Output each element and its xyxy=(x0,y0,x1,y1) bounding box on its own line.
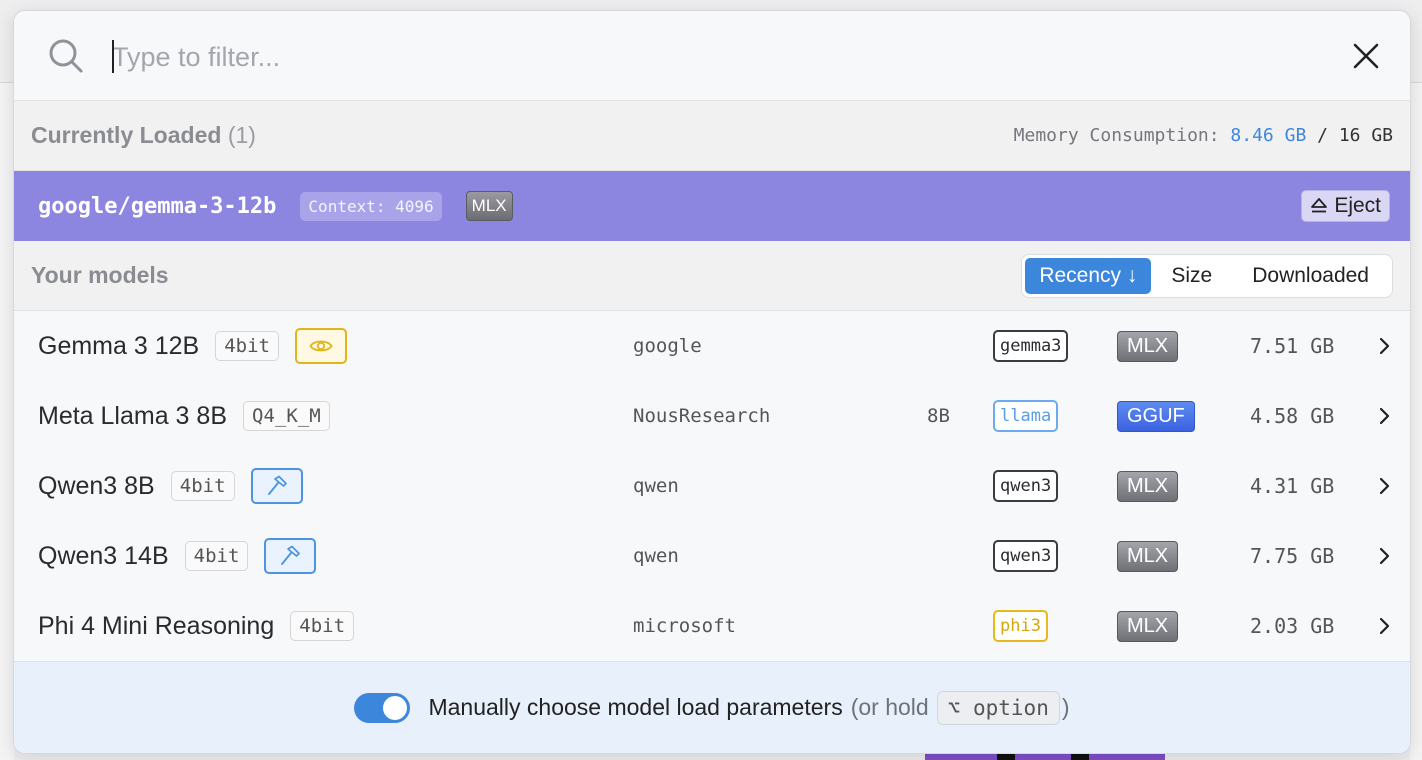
model-picker-dialog: Currently Loaded (1) Memory Consumption:… xyxy=(13,10,1411,754)
currently-loaded-header: Currently Loaded (1) Memory Consumption:… xyxy=(14,101,1410,171)
background-right xyxy=(1410,83,1422,760)
context-badge: Context: 4096 xyxy=(300,191,442,221)
model-size: 2.03 GB xyxy=(1250,614,1335,638)
sort-recency-button[interactable]: Recency ↓ xyxy=(1025,257,1152,294)
architecture-badge: gemma3 xyxy=(993,330,1069,362)
eye-icon xyxy=(309,340,333,352)
search-input[interactable] xyxy=(112,37,1212,77)
sort-size-button[interactable]: Size xyxy=(1151,258,1232,294)
chevron-right-icon xyxy=(1379,337,1390,355)
background-left xyxy=(0,83,14,760)
model-size: 4.58 GB xyxy=(1250,404,1335,428)
memory-used: 8.46 GB xyxy=(1230,125,1307,146)
chevron-right-icon xyxy=(1379,407,1390,425)
chevron-right-icon xyxy=(1379,617,1390,635)
loaded-model-name: google/gemma-3-12b xyxy=(38,193,277,219)
format-badge: MLX xyxy=(1117,330,1179,362)
currently-loaded-count: (1) xyxy=(227,122,256,148)
model-size: 4.31 GB xyxy=(1250,474,1335,498)
model-name-group: Gemma 3 12B 4bit xyxy=(38,328,347,364)
tool-use-capability-badge xyxy=(250,468,303,504)
toggle-knob xyxy=(383,695,408,720)
publisher: qwen xyxy=(633,545,679,567)
model-size: 7.75 GB xyxy=(1250,544,1335,568)
manual-load-params-toggle[interactable] xyxy=(354,692,411,723)
text-caret xyxy=(112,40,114,73)
publisher: google xyxy=(633,335,702,357)
model-name-group: Phi 4 Mini Reasoning 4bit xyxy=(38,611,355,641)
format-badge: GGUF xyxy=(1117,400,1195,432)
your-models-title: Your models xyxy=(31,262,169,288)
sort-downloaded-button[interactable]: Downloaded xyxy=(1232,258,1389,294)
eject-button[interactable]: Eject xyxy=(1301,190,1390,222)
model-row[interactable]: Meta Llama 3 8B Q4_K_M NousResearch 8B l… xyxy=(14,381,1410,451)
parameter-count: 8B xyxy=(927,405,950,427)
option-key: ⌥ option xyxy=(936,690,1060,725)
quantization-badge: 4bit xyxy=(290,611,355,641)
currently-loaded-label: Currently Loaded xyxy=(31,122,222,148)
model-row[interactable]: Gemma 3 12B 4bit google gemma3 MLX 7.51 … xyxy=(14,311,1410,381)
load-parameters-footer: Manually choose model load parameters (o… xyxy=(14,661,1410,753)
model-name-group: Qwen3 14B 4bit xyxy=(38,538,317,574)
model-list: Gemma 3 12B 4bit google gemma3 MLX 7.51 … xyxy=(14,311,1410,661)
architecture-badge: qwen3 xyxy=(993,470,1059,502)
model-row[interactable]: Phi 4 Mini Reasoning 4bit microsoft phi3… xyxy=(14,591,1410,661)
model-name: Qwen3 14B xyxy=(38,541,169,570)
format-badge: MLX xyxy=(1117,540,1179,572)
model-row[interactable]: Qwen3 14B 4bit qwen qwen3 MLX 7.75 GB xyxy=(14,521,1410,591)
publisher: NousResearch xyxy=(633,405,771,427)
architecture-badge: llama xyxy=(993,400,1059,432)
model-name: Meta Llama 3 8B xyxy=(38,401,227,430)
loaded-model-row[interactable]: google/gemma-3-12b Context: 4096 MLX Eje… xyxy=(14,171,1410,241)
search-icon xyxy=(49,39,83,73)
hint-prefix: (or hold xyxy=(850,694,929,720)
model-name: Qwen3 8B xyxy=(38,471,155,500)
chevron-right-icon xyxy=(1379,477,1390,495)
quantization-badge: 4bit xyxy=(184,541,249,571)
model-name-group: Qwen3 8B 4bit xyxy=(38,468,303,504)
model-name-group: Meta Llama 3 8B Q4_K_M xyxy=(38,401,330,431)
model-row[interactable]: Qwen3 8B 4bit qwen qwen3 MLX 4.31 GB xyxy=(14,451,1410,521)
model-size: 7.51 GB xyxy=(1250,334,1335,358)
architecture-badge: qwen3 xyxy=(993,540,1059,572)
currently-loaded-title: Currently Loaded (1) xyxy=(31,122,256,149)
eject-label: Eject xyxy=(1334,194,1381,217)
model-name: Gemma 3 12B xyxy=(38,331,200,360)
architecture-badge: phi3 xyxy=(993,610,1048,642)
hammer-icon xyxy=(267,475,287,495)
eject-icon xyxy=(1311,198,1328,213)
chevron-right-icon xyxy=(1379,547,1390,565)
option-key-hint: (or hold ⌥ option ) xyxy=(850,690,1070,725)
memory-label: Memory Consumption: xyxy=(1013,125,1220,146)
quantization-badge: 4bit xyxy=(215,331,279,361)
hint-suffix: ) xyxy=(1061,694,1070,720)
format-badge: MLX xyxy=(1117,610,1179,642)
model-name: Phi 4 Mini Reasoning xyxy=(38,611,275,640)
format-badge: MLX xyxy=(1117,470,1179,502)
hammer-icon xyxy=(281,545,301,565)
publisher: qwen xyxy=(633,475,679,497)
memory-separator: / xyxy=(1317,125,1328,146)
publisher: microsoft xyxy=(633,615,736,637)
tool-use-capability-badge xyxy=(264,538,317,574)
manual-load-params-label: Manually choose model load parameters xyxy=(428,694,843,720)
your-models-header: Your models Recency ↓ Size Downloaded xyxy=(14,241,1410,311)
search-bar xyxy=(14,11,1410,101)
sort-segmented-control: Recency ↓ Size Downloaded xyxy=(1021,253,1393,298)
memory-consumption: Memory Consumption: 8.46 GB / 16 GB xyxy=(1014,125,1393,146)
vision-capability-badge xyxy=(294,328,347,364)
quantization-badge: Q4_K_M xyxy=(243,401,330,431)
memory-total: 16 GB xyxy=(1338,125,1393,146)
format-badge: MLX xyxy=(465,191,513,221)
quantization-badge: 4bit xyxy=(170,471,235,501)
close-icon[interactable] xyxy=(1352,42,1380,70)
